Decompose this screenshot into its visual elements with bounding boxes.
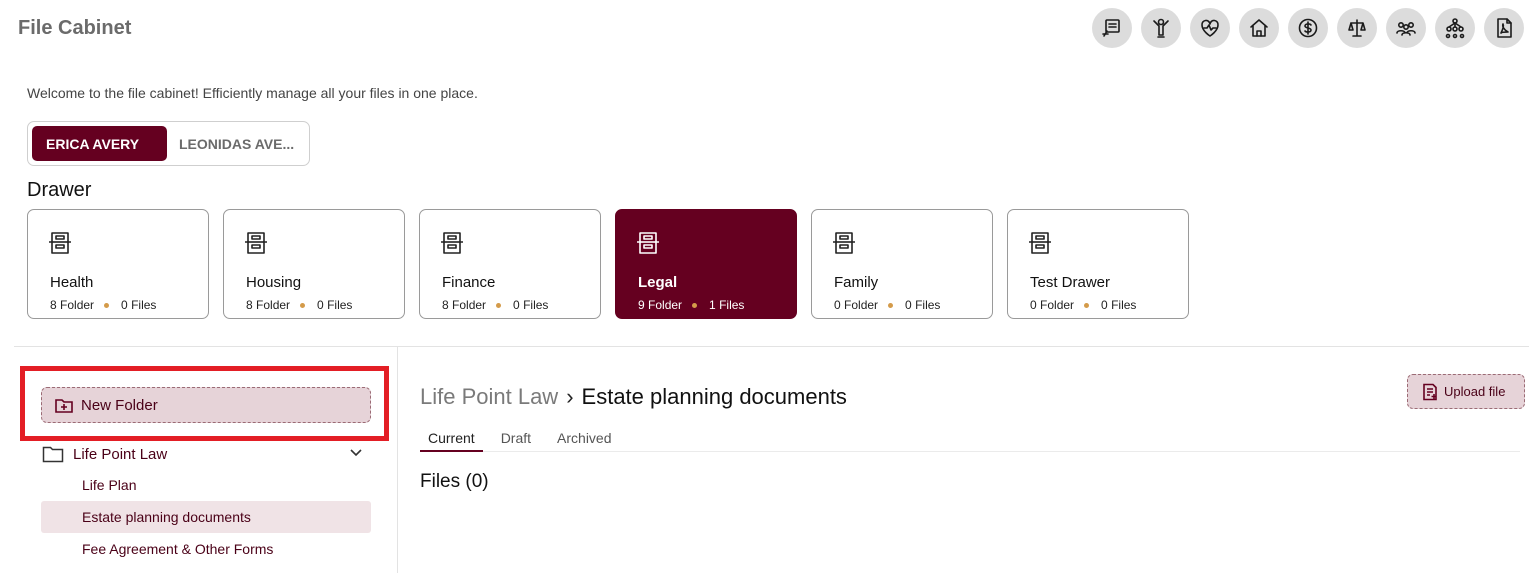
drawer-card-test-drawer[interactable]: Test Drawer 0 Folder 0 Files [1007, 209, 1189, 319]
drawer-card-meta: 9 Folder 1 Files [638, 298, 745, 312]
drawer-card-health[interactable]: Health 8 Folder 0 Files [27, 209, 209, 319]
breadcrumb-parent[interactable]: Life Point Law [420, 384, 558, 410]
drawer-card-name: Legal [638, 274, 678, 291]
drawer-card-meta: 0 Folder 0 Files [1030, 298, 1137, 312]
upload-file-label: Upload file [1444, 384, 1506, 399]
home-icon[interactable] [1239, 8, 1279, 48]
separator-dot [496, 302, 502, 308]
notes-icon[interactable] [1092, 8, 1132, 48]
upload-file-icon [1421, 383, 1444, 401]
tree-root-label: Life Point Law [73, 445, 168, 463]
wellness-icon[interactable] [1141, 8, 1181, 48]
tree-item-fee-agreement[interactable]: Fee Agreement & Other Forms [41, 533, 371, 565]
drawer-card-legal[interactable]: Legal 9 Folder 1 Files [615, 209, 797, 319]
folder-plus-icon [54, 395, 81, 415]
folder-icon [42, 444, 64, 464]
app-title: File Cabinet [18, 17, 132, 39]
drawer-card-meta: 8 Folder 0 Files [50, 298, 157, 312]
breadcrumb-current: Estate planning documents [581, 384, 847, 409]
upload-file-button[interactable]: Upload file [1407, 374, 1525, 409]
welcome-text: Welcome to the file cabinet! Efficiently… [27, 85, 478, 101]
sidebar-divider [397, 347, 398, 573]
org-chart-icon[interactable] [1435, 8, 1475, 48]
tree-item-estate-planning[interactable]: Estate planning documents [41, 501, 371, 533]
section-divider [14, 346, 1529, 347]
chevron-down-icon[interactable] [348, 444, 364, 465]
health-icon[interactable] [1190, 8, 1230, 48]
file-cabinet-icon [438, 228, 466, 256]
tree-item-life-plan[interactable]: Life Plan [41, 469, 371, 501]
drawer-card-meta: 0 Folder 0 Files [834, 298, 941, 312]
status-tabs: Current Draft Archived [420, 430, 1520, 452]
drawer-card-meta: 8 Folder 0 Files [442, 298, 549, 312]
breadcrumb: Life Point Law › Estate planning documen… [420, 384, 847, 410]
drawer-card-name: Health [50, 274, 94, 291]
top-icon-bar [1092, 8, 1524, 48]
pdf-icon[interactable] [1484, 8, 1524, 48]
chevron-right-icon: › [566, 384, 574, 409]
drawer-card-name: Test Drawer [1030, 274, 1111, 291]
drawer-card-name: Finance [442, 274, 496, 291]
separator-dot [300, 302, 306, 308]
new-folder-label: New Folder [81, 396, 158, 414]
finance-icon[interactable] [1288, 8, 1328, 48]
tree-root-folder[interactable]: Life Point Law [42, 442, 364, 466]
file-cabinet-icon [830, 228, 858, 256]
separator-dot [692, 302, 698, 308]
tab-archived[interactable]: Archived [549, 430, 619, 452]
family-icon[interactable] [1386, 8, 1426, 48]
files-heading: Files (0) [420, 471, 489, 492]
drawer-card-housing[interactable]: Housing 8 Folder 0 Files [223, 209, 405, 319]
file-cabinet-icon [242, 228, 270, 256]
person-tab-active[interactable]: ERICA AVERY [32, 126, 167, 161]
drawer-card-meta: 8 Folder 0 Files [246, 298, 353, 312]
tab-current[interactable]: Current [420, 430, 483, 452]
separator-dot [1084, 302, 1090, 308]
drawer-card-name: Housing [246, 274, 302, 291]
drawer-card-name: Family [834, 274, 879, 291]
person-tab-other[interactable]: LEONIDAS AVE... [171, 126, 301, 161]
drawer-card-finance[interactable]: Finance 8 Folder 0 Files [419, 209, 601, 319]
drawer-card-family[interactable]: Family 0 Folder 0 Files [811, 209, 993, 319]
file-cabinet-icon [1026, 228, 1054, 256]
drawer-heading: Drawer [27, 179, 92, 201]
tab-draft[interactable]: Draft [493, 430, 539, 452]
separator-dot [888, 302, 894, 308]
person-switcher: ERICA AVERY LEONIDAS AVE... [27, 121, 310, 166]
separator-dot [104, 302, 110, 308]
file-cabinet-icon [46, 228, 74, 256]
legal-scale-icon[interactable] [1337, 8, 1377, 48]
new-folder-button[interactable]: New Folder [41, 387, 371, 423]
file-cabinet-icon [634, 228, 662, 256]
